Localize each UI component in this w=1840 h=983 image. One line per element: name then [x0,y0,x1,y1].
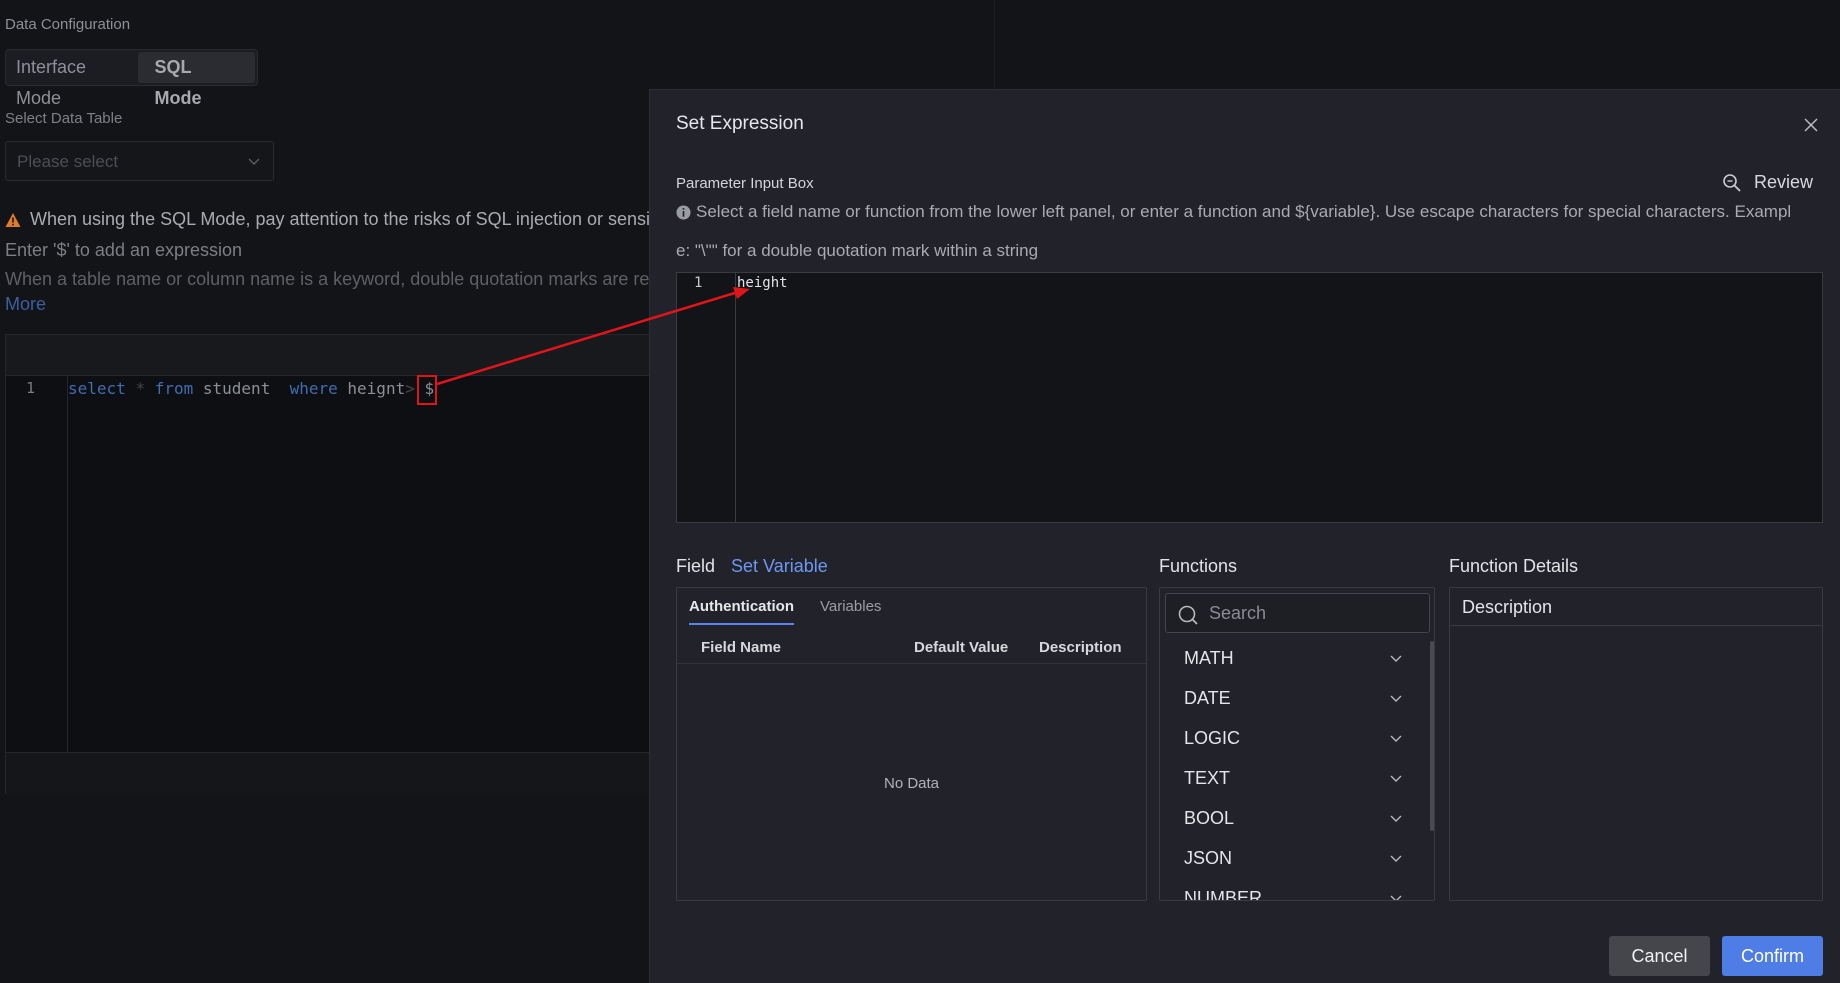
column-header-description[interactable]: Description [1039,639,1122,656]
chevron-down-icon [1390,855,1402,862]
sql-editor-footer [6,752,704,795]
mode-switch: Interface Mode SQL Mode [5,49,258,108]
function-category-list: MATH DATE LOGIC TEXT BOOL JSON NUMBER [1160,638,1426,901]
field-title: Field [676,556,716,576]
function-category-math[interactable]: MATH [1160,638,1426,678]
function-details-panel: Description [1449,587,1823,901]
function-category-label: DATE [1184,688,1231,708]
set-variable-link[interactable]: Set Variable [731,556,828,577]
column-header-field-name[interactable]: Field Name [701,639,781,656]
chevron-down-icon [1390,775,1402,782]
function-details-header: Description [1450,588,1822,626]
function-category-bool[interactable]: BOOL [1160,798,1426,838]
function-category-label: BOOL [1184,808,1235,828]
sql-line-number: 1 [26,379,36,397]
sql-keyword-from: from [154,379,194,398]
function-category-label: JSON [1184,848,1233,868]
annotation-highlight-box [417,375,437,405]
expression-editor-gutter: 1 [677,273,736,522]
confirm-button[interactable]: Confirm [1722,936,1823,976]
function-category-label: TEXT [1184,768,1231,788]
sql-table-name: student [202,379,271,398]
functions-title: Functions [1159,556,1238,576]
review-label: Review [1754,172,1814,192]
select-table-label: Select Data Table [5,110,123,127]
function-details-title: Function Details [1449,556,1579,576]
interface-mode-button[interactable]: Interface Mode [8,52,138,108]
info-icon [676,204,691,220]
function-category-json[interactable]: JSON [1160,838,1426,878]
sql-warning: When using the SQL Mode, pay attention t… [5,209,668,230]
tab-variables[interactable]: Variables [820,598,881,615]
sql-operator: > [405,379,415,398]
function-category-date[interactable]: DATE [1160,678,1426,718]
warning-icon [5,212,21,227]
search-icon [1178,605,1198,625]
function-search[interactable] [1165,593,1430,633]
chevron-down-icon [1390,895,1402,900]
function-search-input[interactable] [1209,601,1419,625]
chevron-down-icon [1390,815,1402,822]
expression-code[interactable]: height [737,275,788,291]
chevron-down-icon [1390,735,1402,742]
table-select[interactable]: Please select [5,141,274,181]
empty-state: No Data [883,775,940,792]
description-label: Description [1462,597,1553,617]
expression-editor[interactable]: 1 height [676,272,1823,523]
table-select-placeholder: Please select [17,152,119,171]
function-category-label: LOGIC [1184,728,1241,748]
sql-editor[interactable] [5,334,705,795]
function-category-text[interactable]: TEXT [1160,758,1426,798]
sql-keyword-where: where [289,379,338,398]
drawer-title: Set Expression [676,113,804,134]
function-category-label: NUMBER [1184,888,1263,901]
parameter-input-label: Parameter Input Box [676,175,814,192]
dollar-hint: Enter '$' to add an expression [5,240,243,260]
review-icon [1723,173,1741,192]
sql-mode-button[interactable]: SQL Mode [138,52,255,108]
info-text-line-2: e: "\"" for a double quotation mark with… [676,241,1039,260]
chevron-down-icon [248,158,260,165]
field-panel: Authentication Variables Field Name Defa… [676,587,1147,901]
review-button[interactable]: Review [1722,172,1813,193]
sql-star: * [135,379,146,398]
field-table-header: Field Name Default Value Description [677,628,1146,664]
cancel-button[interactable]: Cancel [1609,936,1710,976]
warning-text: When using the SQL Mode, pay attention t… [30,209,668,229]
function-category-number[interactable]: NUMBER [1160,878,1426,901]
close-icon[interactable] [1802,116,1820,134]
function-category-label: MATH [1184,648,1234,668]
more-link[interactable]: More [5,294,46,315]
info-hint: Select a field name or function from the… [676,202,1826,222]
function-category-logic[interactable]: LOGIC [1160,718,1426,758]
sql-editor-gutter [6,376,68,752]
sql-column-name: heignt [347,379,406,398]
chevron-down-icon [1390,695,1402,702]
sql-keyword-select: select [68,379,126,398]
chevron-down-icon [1390,655,1402,662]
functions-panel: MATH DATE LOGIC TEXT BOOL JSON NUMBER [1159,587,1435,901]
section-label: Data Configuration [5,16,131,33]
functions-scrollbar[interactable] [1430,641,1434,831]
keyword-hint: When a table name or column name is a ke… [5,269,670,289]
info-text-line-1: Select a field name or function from the… [696,202,1792,221]
sql-code-line[interactable]: select * from student where heignt> $ [68,379,434,398]
set-expression-drawer: Set Expression Parameter Input Box Revie… [649,89,1840,983]
tab-authentication[interactable]: Authentication [689,598,794,625]
expression-line-number: 1 [694,275,703,291]
column-header-default-value[interactable]: Default Value [914,639,1008,656]
sql-editor-toolbar [6,335,704,376]
